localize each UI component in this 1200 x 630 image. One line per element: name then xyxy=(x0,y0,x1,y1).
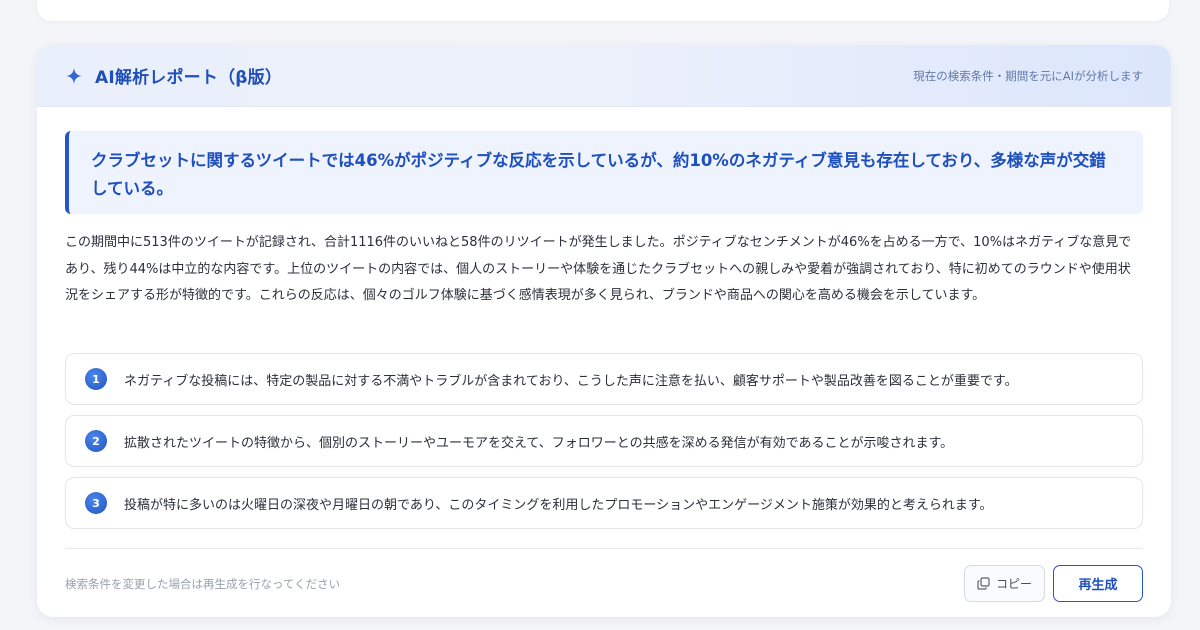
point-text: 投稿が特に多いのは火曜日の深夜や月曜日の朝であり、このタイミングを利用したプロモ… xyxy=(124,497,993,513)
sparkle-icon xyxy=(65,67,83,85)
list-item: 3 投稿が特に多いのは火曜日の深夜や月曜日の朝であり、このタイミングを利用したプ… xyxy=(65,477,1143,529)
report-title: AI解析レポート（β版） xyxy=(95,68,283,88)
summary-text: クラブセットに関するツイートでは46%がポジティブな反応を示しているが、約10%… xyxy=(91,151,1106,198)
footer-note: 検索条件を変更した場合は再生成を行なってください xyxy=(65,577,341,591)
report-header: AI解析レポート（β版） 現在の検索条件・期間を元にAIが分析します xyxy=(37,45,1171,107)
list-item: 1 ネガティブな投稿には、特定の製品に対する不満やトラブルが含まれており、こうし… xyxy=(65,353,1143,405)
footer-divider xyxy=(65,548,1143,549)
regenerate-button[interactable]: 再生成 xyxy=(1053,565,1143,602)
summary-callout: クラブセットに関するツイートでは46%がポジティブな反応を示しているが、約10%… xyxy=(65,131,1143,214)
previous-card xyxy=(37,0,1169,21)
copy-button[interactable]: コピー xyxy=(964,565,1045,602)
copy-icon xyxy=(977,577,990,590)
number-badge: 2 xyxy=(85,430,107,452)
header-note: 現在の検索条件・期間を元にAIが分析します xyxy=(913,68,1143,83)
number-badge: 3 xyxy=(85,492,107,514)
ai-report-card: AI解析レポート（β版） 現在の検索条件・期間を元にAIが分析します クラブセッ… xyxy=(37,45,1171,617)
list-item: 2 拡散されたツイートの特徴から、個別のストーリーやユーモアを交えて、フォロワー… xyxy=(65,415,1143,467)
number-badge: 1 xyxy=(85,368,107,390)
point-text: ネガティブな投稿には、特定の製品に対する不満やトラブルが含まれており、こうした声… xyxy=(124,373,1018,389)
copy-button-label: コピー xyxy=(995,577,1032,591)
point-text: 拡散されたツイートの特徴から、個別のストーリーやユーモアを交えて、フォロワーとの… xyxy=(124,435,954,451)
regenerate-button-label: 再生成 xyxy=(1078,578,1118,593)
report-body: この期間中に513件のツイートが記録され、合計1116件のいいねと58件のリツイ… xyxy=(65,235,1132,303)
